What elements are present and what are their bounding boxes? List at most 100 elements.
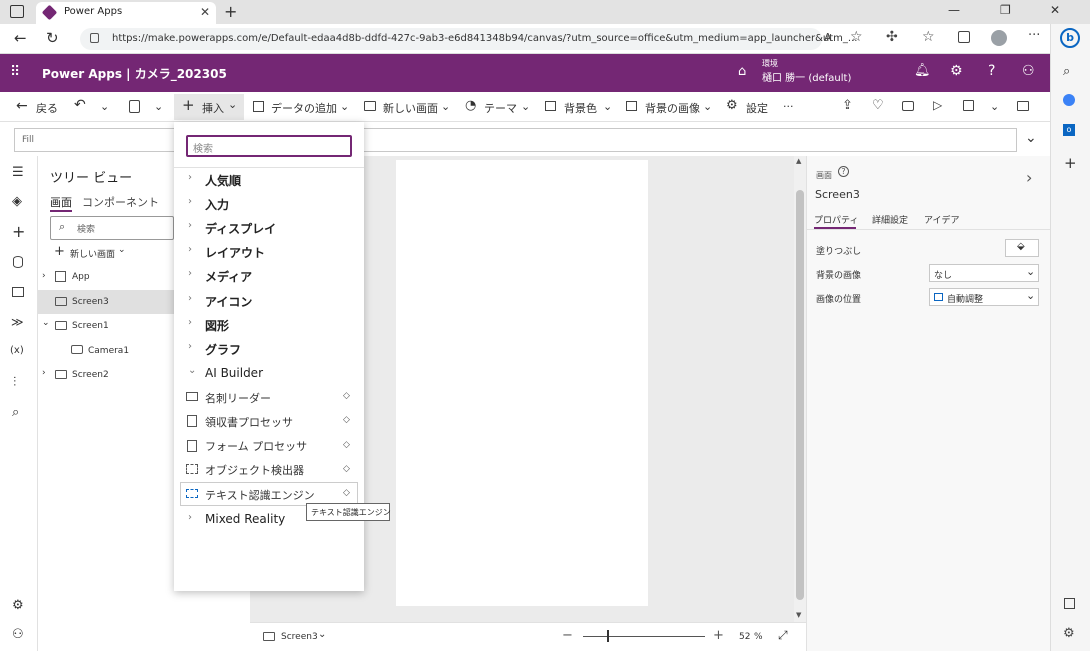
background-color-button[interactable]: 背景色 xyxy=(564,100,597,116)
split-screen-icon[interactable] xyxy=(1064,598,1075,609)
tree-node-camera1[interactable]: Camera1 xyxy=(88,346,129,356)
collections-icon[interactable] xyxy=(958,31,970,43)
notifications-icon[interactable]: 🔔︎ xyxy=(914,63,931,78)
background-image-button[interactable]: 背景の画像 xyxy=(645,100,700,116)
settings-gear-icon[interactable]: ⚙ xyxy=(950,63,963,79)
more-commands-button[interactable]: ··· xyxy=(783,100,794,113)
tab-properties[interactable]: プロパティ xyxy=(814,213,858,226)
chevron-right-icon[interactable]: › xyxy=(42,368,46,378)
chevron-down-icon[interactable]: ⌄ xyxy=(340,100,349,113)
chevron-right-icon[interactable]: › xyxy=(1026,168,1032,187)
tab-advanced[interactable]: 詳細設定 xyxy=(872,213,908,226)
environment-name[interactable]: 樋口 勝一 (default) xyxy=(762,69,851,84)
restore-button[interactable]: ❐ xyxy=(1000,3,1011,17)
chevron-down-icon[interactable]: ⌄ xyxy=(118,245,126,255)
publish-icon[interactable] xyxy=(1017,101,1029,111)
zoom-slider[interactable] xyxy=(583,636,705,637)
add-sidebar-icon[interactable]: + xyxy=(1064,154,1077,172)
browser-tab[interactable]: Power Apps ✕ xyxy=(36,2,216,24)
data-cylinder-icon[interactable] xyxy=(13,256,23,268)
help-icon[interactable]: ? xyxy=(988,63,995,79)
shopping-icon[interactable] xyxy=(1063,94,1075,106)
app-checker-icon[interactable]: ♡ xyxy=(872,98,884,113)
chevron-down-icon[interactable]: ⌄ xyxy=(100,100,109,113)
expand-formula-icon[interactable]: ⌄ xyxy=(1025,130,1037,146)
formula-bar[interactable] xyxy=(14,128,1017,152)
chevron-down-icon[interactable]: ⌄ xyxy=(441,100,450,113)
extensions-icon[interactable]: ✣ xyxy=(886,29,898,45)
comments-icon[interactable] xyxy=(902,101,914,111)
insert-category-media[interactable]: メディア xyxy=(205,268,252,285)
tab-actions-icon[interactable] xyxy=(10,5,24,18)
new-screen-button[interactable]: 新しい画面 xyxy=(383,100,438,116)
zoom-in-button[interactable]: + xyxy=(713,628,724,643)
environment-icon[interactable]: ⌂ xyxy=(738,64,746,79)
chevron-down-icon[interactable]: ⌄ xyxy=(318,629,326,640)
scroll-up-icon[interactable]: ▲ xyxy=(796,157,801,165)
preview-play-icon[interactable]: ▷ xyxy=(933,98,942,112)
ai-item-form-processor[interactable]: フォーム プロセッサ xyxy=(205,438,307,454)
insert-category-shapes[interactable]: 図形 xyxy=(205,317,229,334)
canvas-scrollbar-thumb[interactable] xyxy=(796,190,804,600)
status-screen-selector[interactable]: Screen3 xyxy=(281,632,318,642)
new-screen-button[interactable]: 新しい画面 xyxy=(70,247,115,260)
tree-search-input[interactable]: ⌕ 検索 xyxy=(50,216,174,240)
fit-to-window-icon[interactable]: ⤢ xyxy=(778,628,788,643)
scroll-down-icon[interactable]: ▼ xyxy=(796,611,801,619)
variables-icon[interactable]: (x) xyxy=(10,345,24,356)
insert-plus-icon[interactable]: + xyxy=(12,222,25,241)
account-icon[interactable]: ⚇ xyxy=(1022,63,1035,79)
help-circle-icon[interactable]: ? xyxy=(838,166,849,177)
url-text[interactable]: https://make.powerapps.com/e/Default-eda… xyxy=(112,33,857,44)
insert-category-popular[interactable]: 人気順 xyxy=(205,172,241,189)
search-icon[interactable]: ⌕ xyxy=(1063,64,1070,79)
refresh-icon[interactable]: ↻ xyxy=(46,29,59,47)
settings-button[interactable]: 設定 xyxy=(746,100,768,116)
tree-node-screen1[interactable]: Screen1 xyxy=(72,321,109,331)
media-icon[interactable] xyxy=(12,287,24,297)
search-rail-icon[interactable]: ⌕ xyxy=(12,405,19,420)
zoom-out-button[interactable]: − xyxy=(562,628,573,643)
tab-components[interactable]: コンポーネント xyxy=(82,194,159,210)
insert-category-ai-builder[interactable]: AI Builder xyxy=(205,366,263,380)
tree-node-screen3[interactable]: Screen3 xyxy=(72,297,109,307)
chevron-down-icon[interactable]: ⌄ xyxy=(154,100,163,113)
chevron-down-icon[interactable]: ⌄ xyxy=(521,100,530,113)
hamburger-menu-icon[interactable]: ☰ xyxy=(12,165,24,180)
rail-settings-icon[interactable]: ⚙ xyxy=(12,598,24,613)
tab-ideas[interactable]: アイデア xyxy=(924,213,960,226)
favorite-star-icon[interactable]: ☆ xyxy=(850,29,863,45)
chevron-down-icon[interactable]: ⌄ xyxy=(703,100,712,113)
window-close-button[interactable]: ✕ xyxy=(1050,3,1060,17)
ai-item-text-recognizer[interactable]: テキスト認識エンジン xyxy=(205,487,315,503)
chevron-right-icon[interactable]: › xyxy=(42,271,46,281)
save-icon[interactable] xyxy=(963,100,974,111)
advanced-tools-icon[interactable]: ⫶ xyxy=(13,375,16,390)
tab-close-icon[interactable]: ✕ xyxy=(200,5,210,19)
power-automate-icon[interactable]: ≫ xyxy=(11,315,24,329)
tree-view-layers-icon[interactable]: ◈ xyxy=(12,194,22,209)
fill-color-picker[interactable]: ⬙ xyxy=(1005,239,1039,257)
new-tab-button[interactable]: + xyxy=(224,2,237,21)
favorites-icon[interactable]: ☆ xyxy=(922,29,935,45)
theme-button[interactable]: テーマ xyxy=(484,100,517,116)
app-launcher-icon[interactable]: ⠿ xyxy=(10,64,20,80)
insert-button[interactable]: + 挿入 ⌄ xyxy=(174,94,244,120)
ai-item-object-detector[interactable]: オブジェクト検出器 xyxy=(205,462,304,478)
minimize-button[interactable]: — xyxy=(948,3,960,17)
bing-icon[interactable]: b xyxy=(1060,28,1080,48)
more-icon[interactable]: ··· xyxy=(1028,28,1040,43)
tree-node-screen2[interactable]: Screen2 xyxy=(72,370,109,380)
sidebar-settings-icon[interactable]: ⚙ xyxy=(1063,626,1075,641)
add-data-button[interactable]: データの追加 xyxy=(271,100,337,116)
background-image-select[interactable]: なし ⌄ xyxy=(929,264,1039,282)
insert-category-icons[interactable]: アイコン xyxy=(205,293,252,310)
property-selector[interactable]: Fill xyxy=(22,135,34,145)
image-position-select[interactable]: 自動調整 ⌄ xyxy=(929,288,1039,306)
tree-node-app[interactable]: App xyxy=(72,272,90,282)
undo-icon[interactable]: ↶ xyxy=(74,97,86,113)
screen-artboard[interactable] xyxy=(396,160,648,606)
read-aloud-icon[interactable]: A xyxy=(824,31,832,44)
insert-category-layout[interactable]: レイアウト xyxy=(205,244,265,261)
back-button[interactable]: 戻る xyxy=(36,100,58,116)
